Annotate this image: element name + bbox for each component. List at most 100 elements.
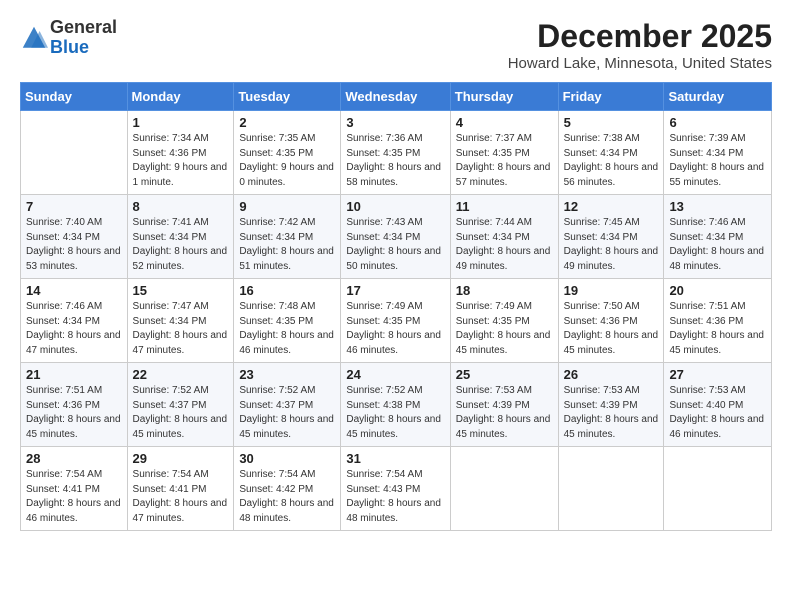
- logo-blue: Blue: [50, 38, 117, 58]
- sunrise-text: Sunrise: 7:46 AM: [669, 216, 766, 231]
- day-number: 20: [669, 283, 766, 298]
- sunset-text: Sunset: 4:36 PM: [669, 315, 766, 330]
- sunrise-text: Sunrise: 7:45 AM: [564, 216, 659, 231]
- sunrise-text: Sunrise: 7:36 AM: [346, 132, 444, 147]
- calendar-cell: 31Sunrise: 7:54 AMSunset: 4:43 PMDayligh…: [341, 447, 450, 531]
- day-detail: Sunrise: 7:45 AMSunset: 4:34 PMDaylight:…: [564, 216, 659, 274]
- day-number: 22: [133, 367, 229, 382]
- daylight-text: Daylight: 8 hours and 47 minutes.: [133, 497, 229, 526]
- day-detail: Sunrise: 7:51 AMSunset: 4:36 PMDaylight:…: [26, 384, 122, 442]
- sunset-text: Sunset: 4:34 PM: [669, 231, 766, 246]
- sunset-text: Sunset: 4:36 PM: [133, 147, 229, 162]
- sunset-text: Sunset: 4:39 PM: [456, 399, 553, 414]
- title-block: December 2025 Howard Lake, Minnesota, Un…: [508, 18, 772, 72]
- calendar-cell: 11Sunrise: 7:44 AMSunset: 4:34 PMDayligh…: [450, 195, 558, 279]
- sunset-text: Sunset: 4:35 PM: [456, 315, 553, 330]
- day-detail: Sunrise: 7:46 AMSunset: 4:34 PMDaylight:…: [26, 300, 122, 358]
- day-number: 14: [26, 283, 122, 298]
- sunrise-text: Sunrise: 7:42 AM: [239, 216, 335, 231]
- sunset-text: Sunset: 4:35 PM: [239, 315, 335, 330]
- sunrise-text: Sunrise: 7:49 AM: [456, 300, 553, 315]
- daylight-text: Daylight: 8 hours and 47 minutes.: [26, 329, 122, 358]
- page: General Blue December 2025 Howard Lake, …: [0, 0, 792, 612]
- sunset-text: Sunset: 4:43 PM: [346, 483, 444, 498]
- day-detail: Sunrise: 7:39 AMSunset: 4:34 PMDaylight:…: [669, 132, 766, 190]
- daylight-text: Daylight: 8 hours and 56 minutes.: [564, 161, 659, 190]
- sunrise-text: Sunrise: 7:51 AM: [26, 384, 122, 399]
- daylight-text: Daylight: 8 hours and 51 minutes.: [239, 245, 335, 274]
- calendar-cell: 28Sunrise: 7:54 AMSunset: 4:41 PMDayligh…: [21, 447, 128, 531]
- sunset-text: Sunset: 4:40 PM: [669, 399, 766, 414]
- weekday-monday: Monday: [127, 83, 234, 111]
- sunrise-text: Sunrise: 7:53 AM: [456, 384, 553, 399]
- daylight-text: Daylight: 8 hours and 48 minutes.: [239, 497, 335, 526]
- calendar-cell: 1Sunrise: 7:34 AMSunset: 4:36 PMDaylight…: [127, 111, 234, 195]
- day-number: 12: [564, 199, 659, 214]
- daylight-text: Daylight: 9 hours and 0 minutes.: [239, 161, 335, 190]
- day-detail: Sunrise: 7:34 AMSunset: 4:36 PMDaylight:…: [133, 132, 229, 190]
- day-detail: Sunrise: 7:41 AMSunset: 4:34 PMDaylight:…: [133, 216, 229, 274]
- calendar-cell: 22Sunrise: 7:52 AMSunset: 4:37 PMDayligh…: [127, 363, 234, 447]
- calendar-cell: 21 Sunrise: 7:51 AMSunset: 4:36 PMDayligh…: [21, 363, 128, 447]
- calendar-cell: 19Sunrise: 7:50 AMSunset: 4:36 PMDayligh…: [558, 279, 664, 363]
- logo: General Blue: [20, 18, 117, 58]
- weekday-header-row: SundayMondayTuesdayWednesdayThursdayFrid…: [21, 83, 772, 111]
- sunrise-text: Sunrise: 7:47 AM: [133, 300, 229, 315]
- calendar-cell: 13Sunrise: 7:46 AMSunset: 4:34 PMDayligh…: [664, 195, 772, 279]
- sunset-text: Sunset: 4:36 PM: [564, 315, 659, 330]
- sunrise-text: Sunrise: 7:46 AM: [26, 300, 122, 315]
- daylight-text: Daylight: 8 hours and 58 minutes.: [346, 161, 444, 190]
- weekday-friday: Friday: [558, 83, 664, 111]
- calendar-cell: 9Sunrise: 7:42 AMSunset: 4:34 PMDaylight…: [234, 195, 341, 279]
- calendar-cell: 18Sunrise: 7:49 AMSunset: 4:35 PMDayligh…: [450, 279, 558, 363]
- calendar-cell: 6Sunrise: 7:39 AMSunset: 4:34 PMDaylight…: [664, 111, 772, 195]
- daylight-text: Daylight: 8 hours and 47 minutes.: [133, 329, 229, 358]
- calendar-cell: 23Sunrise: 7:52 AMSunset: 4:37 PMDayligh…: [234, 363, 341, 447]
- sunrise-text: Sunrise: 7:54 AM: [346, 468, 444, 483]
- sunrise-text: Sunrise: 7:52 AM: [346, 384, 444, 399]
- week-row-1: 1Sunrise: 7:34 AMSunset: 4:36 PMDaylight…: [21, 111, 772, 195]
- daylight-text: Daylight: 8 hours and 48 minutes.: [346, 497, 444, 526]
- day-number: 25: [456, 367, 553, 382]
- day-detail: Sunrise: 7:38 AMSunset: 4:34 PMDaylight:…: [564, 132, 659, 190]
- weekday-tuesday: Tuesday: [234, 83, 341, 111]
- daylight-text: Daylight: 8 hours and 50 minutes.: [346, 245, 444, 274]
- weekday-sunday: Sunday: [21, 83, 128, 111]
- calendar-cell: 20 Sunrise: 7:51 AMSunset: 4:36 PMDayligh…: [664, 279, 772, 363]
- day-detail: Sunrise: 7:42 AMSunset: 4:34 PMDaylight:…: [239, 216, 335, 274]
- daylight-text: Daylight: 8 hours and 46 minutes.: [26, 497, 122, 526]
- weekday-wednesday: Wednesday: [341, 83, 450, 111]
- sunrise-text: Sunrise: 7:49 AM: [346, 300, 444, 315]
- day-detail: Sunrise: 7:40 AMSunset: 4:34 PMDaylight:…: [26, 216, 122, 274]
- calendar-cell: 17Sunrise: 7:49 AMSunset: 4:35 PMDayligh…: [341, 279, 450, 363]
- day-detail: Sunrise: 7:51 AMSunset: 4:36 PMDaylight:…: [669, 300, 766, 358]
- daylight-text: Daylight: 8 hours and 49 minutes.: [564, 245, 659, 274]
- day-number: 21: [26, 367, 122, 382]
- month-title: December 2025: [508, 18, 772, 55]
- sunrise-text: Sunrise: 7:54 AM: [26, 468, 122, 483]
- day-number: 23: [239, 367, 335, 382]
- sunrise-text: Sunrise: 7:34 AM: [133, 132, 229, 147]
- location-title: Howard Lake, Minnesota, United States: [508, 55, 772, 72]
- day-detail: Sunrise: 7:44 AMSunset: 4:34 PMDaylight:…: [456, 216, 553, 274]
- calendar-cell: 4Sunrise: 7:37 AMSunset: 4:35 PMDaylight…: [450, 111, 558, 195]
- sunset-text: Sunset: 4:34 PM: [346, 231, 444, 246]
- sunset-text: Sunset: 4:34 PM: [133, 315, 229, 330]
- calendar-cell: 16Sunrise: 7:48 AMSunset: 4:35 PMDayligh…: [234, 279, 341, 363]
- calendar-cell: 10Sunrise: 7:43 AMSunset: 4:34 PMDayligh…: [341, 195, 450, 279]
- calendar-cell: [21, 111, 128, 195]
- day-number: 16: [239, 283, 335, 298]
- day-number: 19: [564, 283, 659, 298]
- daylight-text: Daylight: 8 hours and 45 minutes.: [669, 329, 766, 358]
- calendar-cell: 29Sunrise: 7:54 AMSunset: 4:41 PMDayligh…: [127, 447, 234, 531]
- sunset-text: Sunset: 4:34 PM: [26, 231, 122, 246]
- calendar-cell: [664, 447, 772, 531]
- daylight-text: Daylight: 8 hours and 49 minutes.: [456, 245, 553, 274]
- sunrise-text: Sunrise: 7:51 AM: [669, 300, 766, 315]
- week-row-2: 7Sunrise: 7:40 AMSunset: 4:34 PMDaylight…: [21, 195, 772, 279]
- sunset-text: Sunset: 4:34 PM: [564, 231, 659, 246]
- daylight-text: Daylight: 8 hours and 45 minutes.: [133, 413, 229, 442]
- sunrise-text: Sunrise: 7:53 AM: [564, 384, 659, 399]
- daylight-text: Daylight: 8 hours and 57 minutes.: [456, 161, 553, 190]
- week-row-4: 21 Sunrise: 7:51 AMSunset: 4:36 PMDayligh…: [21, 363, 772, 447]
